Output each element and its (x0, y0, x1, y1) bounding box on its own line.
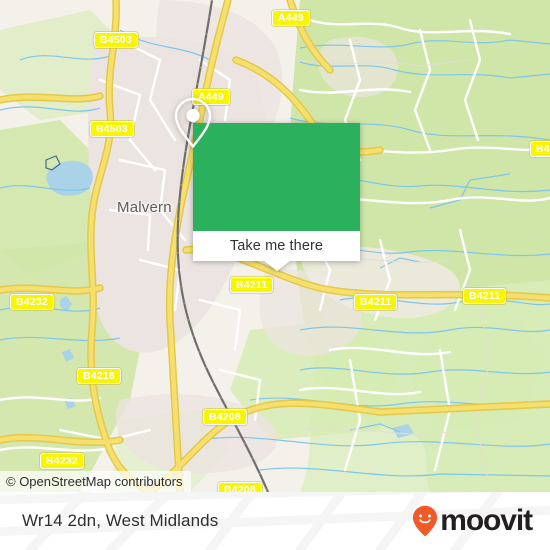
place-label-malvern: Malvern (117, 199, 172, 216)
popup-action-label: Take me there (229, 238, 324, 254)
location-title: Wr14 2dn, West Midlands (22, 511, 219, 530)
take-me-there-popup[interactable]: Take me there (174, 97, 360, 271)
road-shield-b4208-south: B4208 (218, 482, 262, 492)
map-canvas[interactable]: Malvern A449 B4503 A449 B4503 B4 B4211 B… (0, 0, 550, 492)
road-shield-b4232-north: B4232 (10, 294, 54, 310)
road-shield-b4232-south: B4232 (40, 453, 84, 469)
road-shield-b4218: B4218 (77, 368, 121, 384)
road-shield-b4503-north: B4503 (94, 32, 138, 48)
moovit-wordmark: moovit (440, 504, 533, 537)
popup-action-bar[interactable]: Take me there (193, 231, 360, 261)
popup-header (174, 97, 360, 231)
road-shield-east-clipped: B4 (530, 141, 550, 157)
road-shield-b4211-east: B4211 (463, 288, 507, 304)
road-shield-b4208-north: B4208 (203, 409, 247, 425)
road-shield-b4211-west: B4211 (230, 277, 274, 293)
moovit-pin-smiley-icon (413, 505, 438, 537)
osm-attribution[interactable]: © OpenStreetMap contributors (0, 471, 191, 492)
popup-pointer (263, 261, 290, 271)
road-shield-a449-north: A449 (272, 10, 310, 26)
map-pin-icon (174, 97, 212, 148)
footer-bar: Wr14 2dn, West Midlands moovit (0, 492, 550, 550)
moovit-map-screen: Malvern A449 B4503 A449 B4503 B4 B4211 B… (0, 0, 550, 550)
road-shield-b4211-mid: B4211 (354, 294, 398, 310)
moovit-logo[interactable]: moovit (412, 504, 533, 537)
road-shield-b4503-mid: B4503 (90, 121, 134, 137)
